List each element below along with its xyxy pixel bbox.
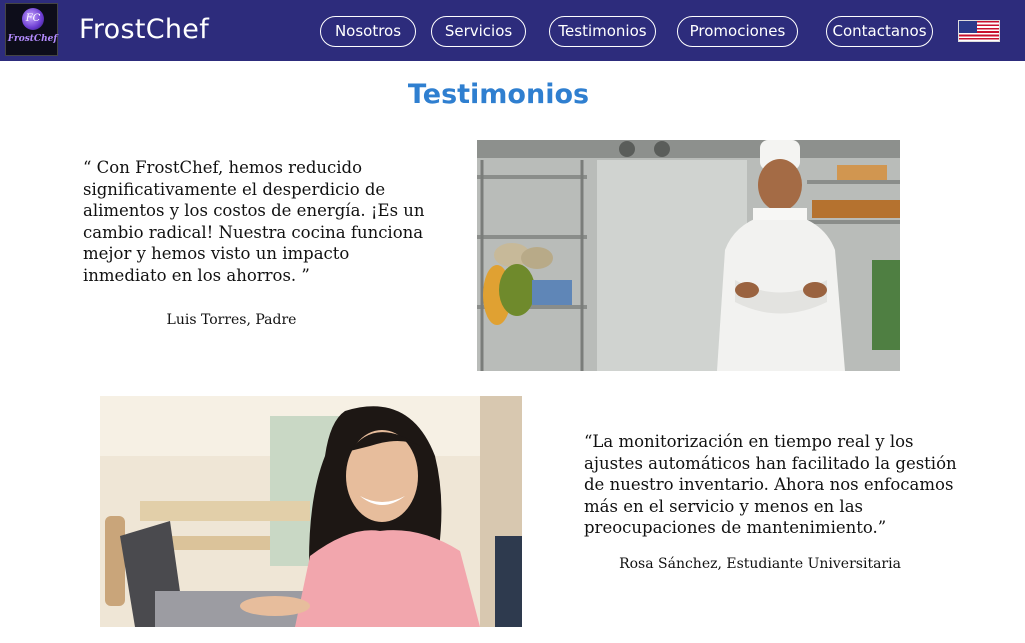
chef-photo-illustration xyxy=(477,140,900,371)
nav-nosotros[interactable]: Nosotros xyxy=(320,16,416,47)
quote-line: mejor y hemos visto un impacto xyxy=(83,244,350,263)
nav-promociones[interactable]: Promociones xyxy=(677,16,798,47)
quote-line: más en el servicio y menos en las xyxy=(584,496,864,516)
testimonial-quote-1: “ Con FrostChef, hemos reducido signific… xyxy=(83,157,443,286)
frostchef-logo[interactable]: FC FrostChef xyxy=(5,3,58,56)
quote-line: “La monitorización en tiempo real y los xyxy=(584,432,914,451)
testimonial-author-1: Luis Torres, Padre xyxy=(166,312,297,328)
quote-line: cambio radical! Nuestra cocina funciona xyxy=(83,222,424,242)
section-title: Testimonios xyxy=(407,79,590,110)
logo-emblem-icon: FC xyxy=(22,8,44,30)
quote-line: “ Con FrostChef, hemos reducido xyxy=(83,158,363,177)
logo-text: FrostChef xyxy=(7,34,58,44)
nav-contactanos[interactable]: Contactanos xyxy=(826,16,933,47)
chef-photo xyxy=(477,140,900,371)
nav-testimonios[interactable]: Testimonios xyxy=(549,16,656,47)
quote-line: inmediato en los ahorros. ” xyxy=(83,265,310,285)
nav-servicios[interactable]: Servicios xyxy=(431,16,526,47)
student-photo xyxy=(100,396,522,627)
quote-line: ajustes automáticos han facilitado la ge… xyxy=(584,453,957,473)
quote-line: preocupaciones de mantenimiento.” xyxy=(584,518,887,537)
testimonial-quote-2: “La monitorización en tiempo real y los … xyxy=(584,431,964,539)
student-photo-illustration xyxy=(100,396,522,627)
quote-line: significativamente el desperdicio de xyxy=(83,179,386,199)
brand-name[interactable]: FrostChef xyxy=(79,14,209,45)
flag-canton xyxy=(959,21,977,33)
quote-line: alimentos y los costos de energía. ¡Es u… xyxy=(83,201,425,220)
testimonial-author-2: Rosa Sánchez, Estudiante Universitaria xyxy=(619,556,901,572)
quote-line: de nuestro inventario. Ahora nos enfocam… xyxy=(584,475,954,494)
us-flag-icon[interactable] xyxy=(958,20,1000,42)
top-navbar: FC FrostChef FrostChef Nosotros Servicio… xyxy=(0,0,1025,61)
